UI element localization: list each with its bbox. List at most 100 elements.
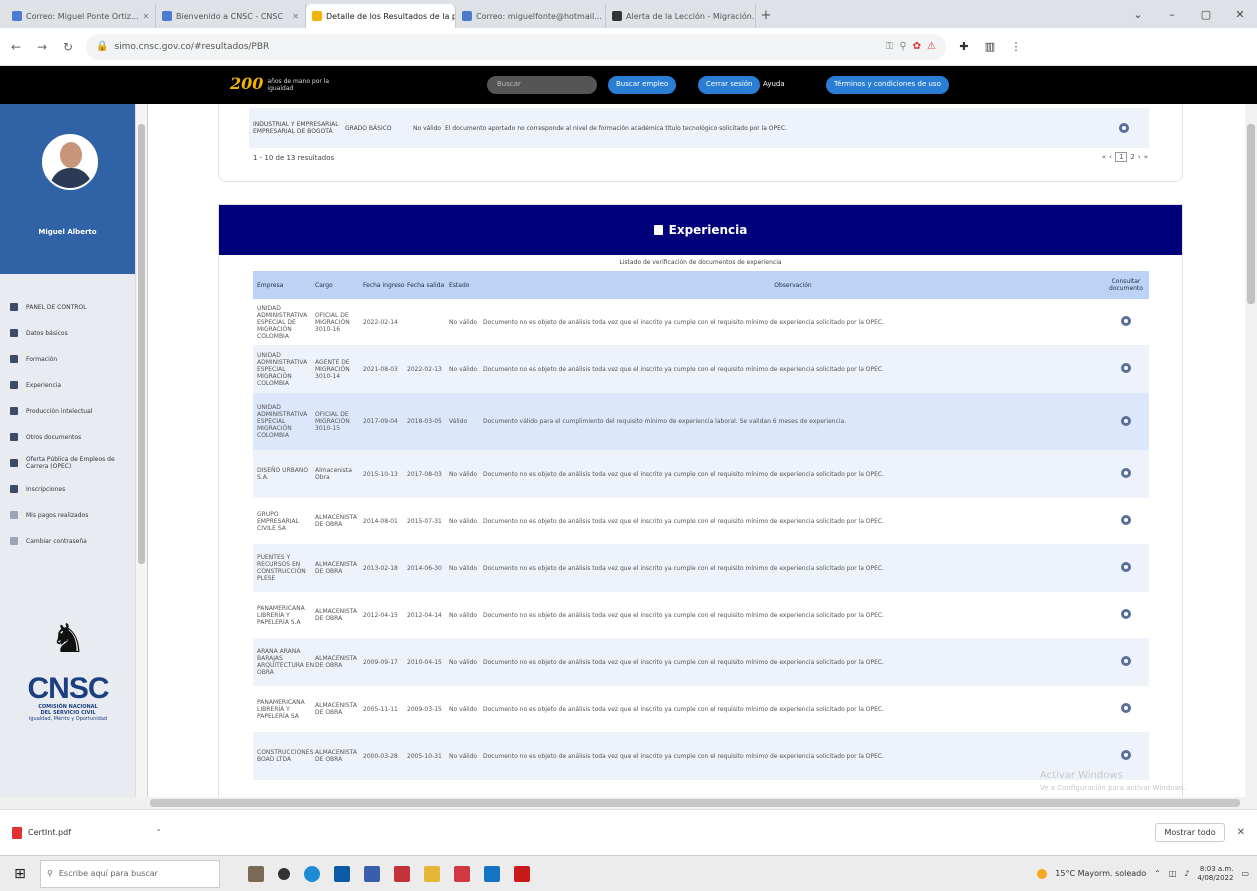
view-document-icon[interactable] xyxy=(1121,363,1131,373)
view-document-icon[interactable] xyxy=(1121,562,1131,572)
minimize-icon[interactable]: – xyxy=(1155,8,1189,21)
cell-ingreso: 2017-09-04 xyxy=(363,418,398,425)
key-icon[interactable]: ⚿ xyxy=(886,41,894,52)
view-document-icon[interactable] xyxy=(1121,515,1131,525)
cell-empresa: UNIDAD ADMINISTRATIVA ESPECIAL DE MIGRAC… xyxy=(257,304,308,340)
new-tab-button[interactable]: + xyxy=(756,4,776,28)
header-search-input[interactable]: Buscar xyxy=(487,76,597,94)
close-window-icon[interactable]: ✕ xyxy=(1223,8,1257,21)
bicentennial-logo[interactable]: 200 años de mano por la igualdad xyxy=(230,74,337,93)
download-item[interactable]: CertInt.pdf ⌃ xyxy=(12,826,162,839)
sidebar-item-formacion[interactable]: Formación xyxy=(0,346,135,372)
first-page-button[interactable]: « xyxy=(1102,153,1106,161)
briefcase-icon xyxy=(653,225,663,235)
cell-estado: No válido xyxy=(449,564,478,572)
folder-icon[interactable] xyxy=(424,865,440,882)
url-field[interactable]: 🔒 simo.cnsc.gov.co/#resultados/PBR ⚿ ⚲ ✿… xyxy=(86,33,946,60)
reload-icon[interactable]: ↻ xyxy=(60,40,76,54)
browser-tab-1[interactable]: Correo: Miguel Ponte Ortiz... ✕ xyxy=(6,4,156,28)
browser-tab-4[interactable]: Correo: miguelfonte@hotmail...✕ xyxy=(456,4,606,28)
view-document-icon[interactable] xyxy=(1121,316,1131,326)
chevron-down-icon[interactable]: ⌄ xyxy=(1121,8,1155,21)
search-jobs-button[interactable]: Buscar empleo xyxy=(608,76,677,94)
taskbar-search-input[interactable]: ⚲ Escribe aquí para buscar xyxy=(40,859,220,888)
main-scrollbar[interactable] xyxy=(1245,104,1257,797)
sidebar-scrollbar[interactable] xyxy=(135,104,147,797)
network-icon[interactable]: ◫ xyxy=(1169,869,1177,878)
office-icon[interactable] xyxy=(454,865,470,882)
show-all-button[interactable]: Mostrar todo xyxy=(1155,823,1225,842)
cell-obs: Documento no es objeto de análisis toda … xyxy=(483,365,885,373)
view-document-icon[interactable] xyxy=(1121,656,1131,666)
help-link[interactable]: Ayuda xyxy=(763,80,785,88)
search-icon: ⚲ xyxy=(47,869,53,878)
volume-icon[interactable]: ♪ xyxy=(1184,869,1189,878)
browser-tab-3[interactable]: Detalle de los Resultados de la p...✕ xyxy=(306,4,456,28)
close-tab-icon[interactable]: ✕ xyxy=(143,12,150,21)
cell-estado: No válido xyxy=(449,658,478,666)
sidebar-item-otros[interactable]: Otros documentos xyxy=(0,424,135,450)
close-icon[interactable]: ✕ xyxy=(1237,827,1245,838)
page-2-button[interactable]: 2 xyxy=(1130,153,1134,161)
consult-document-cell xyxy=(1103,750,1149,762)
view-document-icon[interactable] xyxy=(1121,415,1131,426)
notifications-icon[interactable]: ▭ xyxy=(1241,869,1249,878)
shield-icon[interactable] xyxy=(394,865,410,882)
close-tab-icon[interactable]: ✕ xyxy=(292,12,299,21)
experience-header: Experiencia xyxy=(219,205,1182,255)
sidebar-item-produccion[interactable]: Producción intelectual xyxy=(0,398,135,424)
maximize-icon[interactable]: ▢ xyxy=(1189,8,1223,21)
acrobat-icon[interactable] xyxy=(514,865,530,882)
cell-cargo: ALMACENISTA DE OBRA xyxy=(315,561,357,575)
page-1-button[interactable]: 1 xyxy=(1114,152,1128,162)
browser-tab-2[interactable]: Bienvenido a CNSC - CNSC ✕ xyxy=(156,4,306,28)
view-document-icon[interactable] xyxy=(1121,468,1131,478)
warning-icon[interactable]: ⚠ xyxy=(927,41,936,52)
sidebar-item-inscripciones[interactable]: Inscripciones xyxy=(0,476,135,502)
windows-start-icon[interactable]: ⊞ xyxy=(0,866,40,882)
back-arrow-icon[interactable]: ← xyxy=(8,40,24,54)
task-view-icon[interactable] xyxy=(278,867,290,880)
extension-icon[interactable]: ✿ xyxy=(913,41,921,52)
chevron-up-icon[interactable]: ⌃ xyxy=(155,828,162,837)
terms-button[interactable]: Términos y condiciones de uso xyxy=(826,76,949,94)
logout-button[interactable]: Cerrar sesión xyxy=(698,76,761,94)
mail-icon[interactable] xyxy=(484,865,500,882)
browser-tab-5[interactable]: Alerta de la Lección - Migración...✕ xyxy=(606,4,756,28)
explorer-icon[interactable] xyxy=(364,865,380,882)
sidebar-item-datos[interactable]: Datos básicos xyxy=(0,320,135,346)
cell-salida: 2005-10-31 xyxy=(407,752,442,760)
news-icon[interactable] xyxy=(248,865,264,882)
prev-page-button[interactable]: ‹ xyxy=(1109,153,1112,161)
store-icon[interactable] xyxy=(334,865,350,882)
edge-icon[interactable] xyxy=(304,865,320,882)
sidebar-item-contrasena[interactable]: Cambiar contraseña xyxy=(0,528,135,554)
last-page-button[interactable]: » xyxy=(1144,153,1148,161)
view-document-icon[interactable] xyxy=(1119,123,1129,133)
sidebar-item-experiencia[interactable]: Experiencia xyxy=(0,372,135,398)
forward-arrow-icon[interactable]: → xyxy=(34,40,50,54)
zoom-icon[interactable]: ⚲ xyxy=(899,41,906,52)
menu-dots-icon[interactable]: ⋮ xyxy=(1008,40,1024,53)
cell-estado: No válido xyxy=(449,517,478,525)
sidebar-item-opec[interactable]: Oferta Pública de Empleos de Carrera (OP… xyxy=(0,450,135,476)
sidebar-item-panel[interactable]: PANEL DE CONTROL xyxy=(0,294,135,320)
cell-ingreso: 2012-04-15 xyxy=(363,611,398,619)
puzzle-icon[interactable]: ✚ xyxy=(956,40,972,53)
sidepanel-icon[interactable]: ▥ xyxy=(982,40,998,53)
cell-estado: No válido xyxy=(449,365,478,373)
view-document-icon[interactable] xyxy=(1121,609,1131,619)
cell-ingreso: 2013-02-18 xyxy=(363,564,398,572)
consult-document-cell xyxy=(1103,609,1149,621)
sidebar-item-pagos[interactable]: Mis pagos realizados xyxy=(0,502,135,528)
clock[interactable]: 8:03 a.m. 4/08/2022 xyxy=(1198,865,1234,883)
next-page-button[interactable]: › xyxy=(1138,153,1141,161)
experience-title: Experiencia xyxy=(668,223,748,237)
view-document-icon[interactable] xyxy=(1121,703,1131,713)
cell-cargo: OFICIAL DE MIGRACIÓN 3010-15 xyxy=(315,411,350,432)
chevron-up-icon[interactable]: ⌃ xyxy=(1154,869,1161,878)
horizontal-scrollbar[interactable] xyxy=(148,797,1257,809)
weather-icon xyxy=(1037,868,1048,879)
view-document-icon[interactable] xyxy=(1121,750,1131,760)
condor-emblem-icon: ♞ xyxy=(50,616,86,662)
